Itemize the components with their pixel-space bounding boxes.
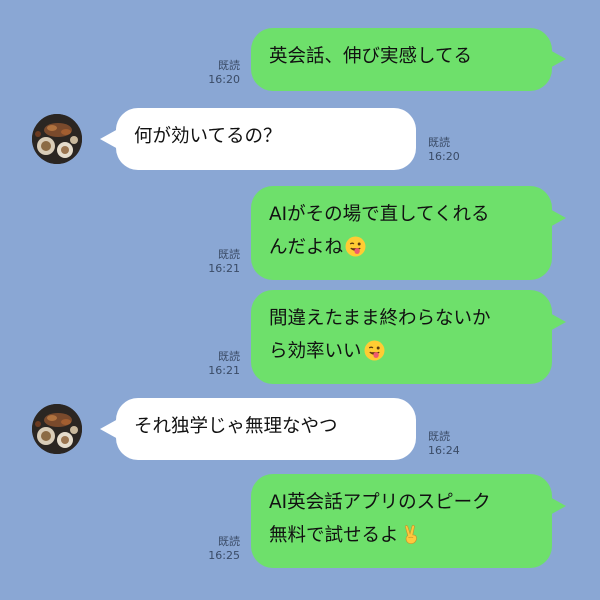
message-text: 何が効いてるの？	[134, 126, 282, 147]
winking-face-tongue-icon	[364, 340, 384, 361]
read-status: 既読	[218, 535, 240, 548]
message-meta: 既読 16:20	[208, 59, 240, 87]
message-meta: 既読 16:20	[428, 136, 468, 164]
message-text-line-2: ら効率いい	[269, 335, 538, 368]
read-status: 既読	[218, 59, 240, 72]
avatar[interactable]	[32, 114, 82, 164]
bubble-tail	[548, 496, 566, 516]
timestamp: 16:21	[208, 364, 240, 377]
their-message-bubble[interactable]: 何が効いてるの？	[116, 108, 416, 170]
message-meta: 既読 16:25	[208, 535, 240, 563]
bubble-tail	[548, 312, 566, 332]
message-text-segment: 無料で試せるよ	[269, 525, 399, 546]
bubble-tail	[548, 49, 566, 69]
timestamp: 16:25	[208, 549, 240, 562]
message-text-segment: んだよね	[269, 237, 344, 258]
my-message-bubble[interactable]: AI英会話アプリのスピーク 無料で試せるよ	[251, 474, 552, 568]
read-status: 既読	[218, 350, 240, 363]
message-text-line: AI英会話アプリのスピーク	[269, 492, 491, 513]
message-meta: 既読 16:21	[208, 248, 240, 276]
message-text: それ独学じゃ無理なやつ	[134, 416, 338, 437]
avatar-image	[32, 404, 82, 454]
message-meta: 既読 16:24	[428, 430, 468, 458]
read-status: 既読	[428, 430, 450, 443]
timestamp: 16:24	[428, 444, 460, 457]
message-text: 英会話、伸び実感してる	[269, 46, 472, 67]
my-message-bubble[interactable]: 間違えたまま終わらないか ら効率いい	[251, 290, 552, 384]
winking-face-tongue-icon	[345, 236, 366, 257]
read-status: 既読	[218, 248, 240, 261]
their-message-bubble[interactable]: それ独学じゃ無理なやつ	[116, 398, 416, 460]
avatar-image	[32, 114, 82, 164]
timestamp: 16:21	[208, 262, 240, 275]
victory-hand-icon	[404, 524, 417, 545]
message-text-line: 間違えたまま終わらないか	[269, 308, 491, 329]
my-message-bubble[interactable]: AIがその場で直してくれる んだよね	[251, 186, 552, 280]
message-text-segment: ら効率いい	[269, 341, 362, 362]
message-meta: 既読 16:21	[208, 350, 240, 378]
timestamp: 16:20	[428, 150, 460, 163]
bubble-tail	[548, 208, 566, 228]
message-text-line-2: んだよね	[269, 231, 538, 264]
my-message-bubble[interactable]: 英会話、伸び実感してる	[251, 28, 552, 91]
timestamp: 16:20	[208, 73, 240, 86]
avatar[interactable]	[32, 404, 82, 454]
message-text-line: AIがその場で直してくれる	[269, 204, 490, 225]
message-text-line-2: 無料で試せるよ	[269, 519, 538, 552]
read-status: 既読	[428, 136, 450, 149]
